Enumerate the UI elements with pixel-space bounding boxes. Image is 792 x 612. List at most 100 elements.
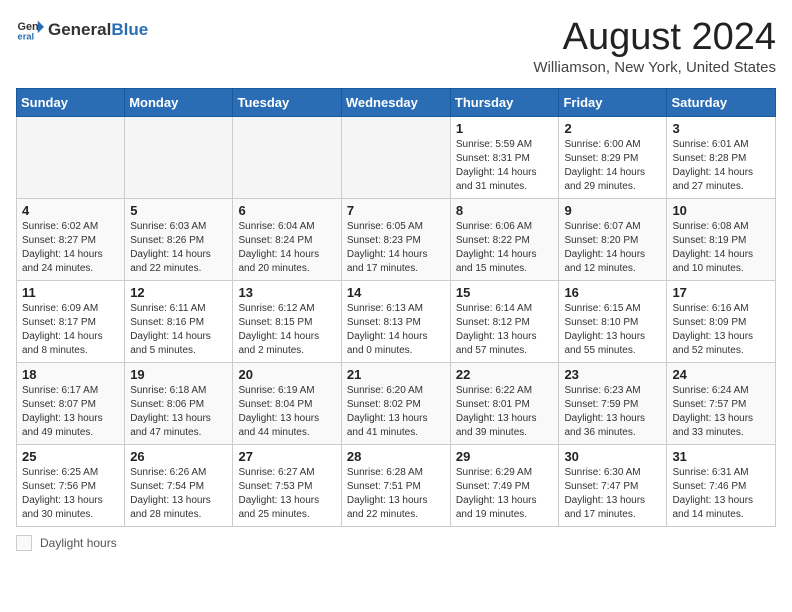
day-number: 27 bbox=[238, 449, 335, 464]
calendar-cell: 17 Sunrise: 6:16 AM Sunset: 8:09 PM Dayli… bbox=[667, 281, 776, 363]
day-info: Sunrise: 6:24 AM Sunset: 7:57 PM Dayligh… bbox=[672, 384, 770, 440]
calendar-cell: 3Sunrise: 6:01 AM Sunset: 8:28 PM Daylig… bbox=[667, 117, 776, 199]
calendar-cell: 15Sunrise: 6:14 AM Sunset: 8:12 PM Dayli… bbox=[450, 281, 559, 363]
day-info: Sunrise: 6:17 AM Sunset: 8:07 PM Dayligh… bbox=[22, 384, 119, 440]
day-number: 17 bbox=[672, 285, 770, 300]
calendar-cell bbox=[17, 117, 125, 199]
day-info: Sunrise: 6:00 AM Sunset: 8:29 PM Dayligh… bbox=[564, 138, 661, 194]
day-info: Sunrise: 6:01 AM Sunset: 8:28 PM Dayligh… bbox=[672, 138, 770, 194]
calendar-cell: 2Sunrise: 6:00 AM Sunset: 8:29 PM Daylig… bbox=[559, 117, 667, 199]
footer: Daylight hours bbox=[16, 535, 776, 551]
calendar-week-row: 1 Sunrise: 5:59 AM Sunset: 8:31 PM Daylig… bbox=[17, 117, 776, 199]
calendar-cell: 11 Sunrise: 6:09 AM Sunset: 8:17 PM Dayli… bbox=[17, 281, 125, 363]
day-info: Sunrise: 6:03 AM Sunset: 8:26 PM Dayligh… bbox=[130, 220, 227, 276]
day-number: 18 bbox=[22, 367, 119, 382]
calendar-cell: 9 Sunrise: 6:07 AM Sunset: 8:20 PM Daylig… bbox=[559, 199, 667, 281]
calendar-cell: 8 Sunrise: 6:06 AM Sunset: 8:22 PM Daylig… bbox=[450, 199, 559, 281]
day-number: 10 bbox=[672, 203, 770, 218]
svg-text:eral: eral bbox=[18, 31, 35, 41]
day-info: Sunrise: 6:02 AM Sunset: 8:27 PM Dayligh… bbox=[22, 220, 119, 276]
daylight-label: Daylight hours bbox=[40, 536, 117, 550]
calendar-cell: 21Sunrise: 6:20 AM Sunset: 8:02 PM Dayli… bbox=[341, 363, 450, 445]
logo-general: General bbox=[48, 20, 111, 39]
day-info: Sunrise: 6:27 AM Sunset: 7:53 PM Dayligh… bbox=[238, 466, 335, 522]
day-info: Sunrise: 6:13 AM Sunset: 8:13 PM Dayligh… bbox=[347, 302, 445, 358]
calendar-week-row: 11 Sunrise: 6:09 AM Sunset: 8:17 PM Dayli… bbox=[17, 281, 776, 363]
day-info: Sunrise: 6:16 AM Sunset: 8:09 PM Dayligh… bbox=[672, 302, 770, 358]
calendar-cell: 4 Sunrise: 6:02 AM Sunset: 8:27 PM Daylig… bbox=[17, 199, 125, 281]
day-info: Sunrise: 6:08 AM Sunset: 8:19 PM Dayligh… bbox=[672, 220, 770, 276]
day-info: Sunrise: 6:19 AM Sunset: 8:04 PM Dayligh… bbox=[238, 384, 335, 440]
logo: Gen eral GeneralBlue bbox=[16, 16, 148, 44]
day-number: 12 bbox=[130, 285, 227, 300]
day-number: 7 bbox=[347, 203, 445, 218]
day-number: 21 bbox=[347, 367, 445, 382]
day-number: 14 bbox=[347, 285, 445, 300]
day-number: 23 bbox=[564, 367, 661, 382]
calendar-cell: 30 Sunrise: 6:30 AM Sunset: 7:47 PM Dayli… bbox=[559, 445, 667, 527]
calendar-day-header: Saturday bbox=[667, 89, 776, 117]
day-number: 8 bbox=[456, 203, 554, 218]
calendar: SundayMondayTuesdayWednesdayThursdayFrid… bbox=[16, 88, 776, 527]
calendar-cell: 24 Sunrise: 6:24 AM Sunset: 7:57 PM Dayli… bbox=[667, 363, 776, 445]
day-number: 11 bbox=[22, 285, 119, 300]
calendar-cell: 27 Sunrise: 6:27 AM Sunset: 7:53 PM Dayli… bbox=[233, 445, 341, 527]
day-number: 16 bbox=[564, 285, 661, 300]
calendar-day-header: Tuesday bbox=[233, 89, 341, 117]
day-number: 31 bbox=[672, 449, 770, 464]
calendar-cell: 31 Sunrise: 6:31 AM Sunset: 7:46 PM Dayli… bbox=[667, 445, 776, 527]
calendar-header-row: SundayMondayTuesdayWednesdayThursdayFrid… bbox=[17, 89, 776, 117]
calendar-cell: 7Sunrise: 6:05 AM Sunset: 8:23 PM Daylig… bbox=[341, 199, 450, 281]
day-info: Sunrise: 6:11 AM Sunset: 8:16 PM Dayligh… bbox=[130, 302, 227, 358]
month-title: August 2024 bbox=[533, 16, 776, 59]
day-number: 4 bbox=[22, 203, 119, 218]
location: Williamson, New York, United States bbox=[533, 59, 776, 76]
day-number: 25 bbox=[22, 449, 119, 464]
day-number: 1 bbox=[456, 121, 554, 136]
day-number: 6 bbox=[238, 203, 335, 218]
calendar-cell: 6 Sunrise: 6:04 AM Sunset: 8:24 PM Daylig… bbox=[233, 199, 341, 281]
day-info: Sunrise: 6:07 AM Sunset: 8:20 PM Dayligh… bbox=[564, 220, 661, 276]
day-info: Sunrise: 6:30 AM Sunset: 7:47 PM Dayligh… bbox=[564, 466, 661, 522]
day-info: Sunrise: 6:04 AM Sunset: 8:24 PM Dayligh… bbox=[238, 220, 335, 276]
day-info: Sunrise: 6:26 AM Sunset: 7:54 PM Dayligh… bbox=[130, 466, 227, 522]
day-number: 19 bbox=[130, 367, 227, 382]
day-info: Sunrise: 6:23 AM Sunset: 7:59 PM Dayligh… bbox=[564, 384, 661, 440]
calendar-week-row: 25Sunrise: 6:25 AM Sunset: 7:56 PM Dayli… bbox=[17, 445, 776, 527]
day-number: 24 bbox=[672, 367, 770, 382]
calendar-cell: 26 Sunrise: 6:26 AM Sunset: 7:54 PM Dayli… bbox=[125, 445, 233, 527]
calendar-week-row: 18 Sunrise: 6:17 AM Sunset: 8:07 PM Dayli… bbox=[17, 363, 776, 445]
calendar-cell bbox=[233, 117, 341, 199]
day-info: Sunrise: 6:22 AM Sunset: 8:01 PM Dayligh… bbox=[456, 384, 554, 440]
day-number: 26 bbox=[130, 449, 227, 464]
day-info: Sunrise: 6:09 AM Sunset: 8:17 PM Dayligh… bbox=[22, 302, 119, 358]
day-info: Sunrise: 6:14 AM Sunset: 8:12 PM Dayligh… bbox=[456, 302, 554, 358]
day-number: 30 bbox=[564, 449, 661, 464]
day-info: Sunrise: 6:06 AM Sunset: 8:22 PM Dayligh… bbox=[456, 220, 554, 276]
calendar-cell: 19Sunrise: 6:18 AM Sunset: 8:06 PM Dayli… bbox=[125, 363, 233, 445]
calendar-day-header: Sunday bbox=[17, 89, 125, 117]
day-info: Sunrise: 6:31 AM Sunset: 7:46 PM Dayligh… bbox=[672, 466, 770, 522]
day-number: 28 bbox=[347, 449, 445, 464]
calendar-cell bbox=[125, 117, 233, 199]
day-number: 9 bbox=[564, 203, 661, 218]
title-area: August 2024 Williamson, New York, United… bbox=[533, 16, 776, 76]
calendar-day-header: Wednesday bbox=[341, 89, 450, 117]
day-info: Sunrise: 6:28 AM Sunset: 7:51 PM Dayligh… bbox=[347, 466, 445, 522]
logo-icon: Gen eral bbox=[16, 16, 44, 44]
day-number: 22 bbox=[456, 367, 554, 382]
calendar-cell: 10 Sunrise: 6:08 AM Sunset: 8:19 PM Dayli… bbox=[667, 199, 776, 281]
day-number: 5 bbox=[130, 203, 227, 218]
calendar-cell: 22 Sunrise: 6:22 AM Sunset: 8:01 PM Dayli… bbox=[450, 363, 559, 445]
day-info: Sunrise: 5:59 AM Sunset: 8:31 PM Dayligh… bbox=[456, 138, 554, 194]
day-number: 20 bbox=[238, 367, 335, 382]
calendar-cell: 1 Sunrise: 5:59 AM Sunset: 8:31 PM Daylig… bbox=[450, 117, 559, 199]
day-number: 29 bbox=[456, 449, 554, 464]
day-info: Sunrise: 6:15 AM Sunset: 8:10 PM Dayligh… bbox=[564, 302, 661, 358]
header: Gen eral GeneralBlue August 2024 William… bbox=[16, 16, 776, 76]
day-number: 13 bbox=[238, 285, 335, 300]
calendar-cell: 12 Sunrise: 6:11 AM Sunset: 8:16 PM Dayli… bbox=[125, 281, 233, 363]
calendar-cell: 14 Sunrise: 6:13 AM Sunset: 8:13 PM Dayli… bbox=[341, 281, 450, 363]
calendar-cell: 23 Sunrise: 6:23 AM Sunset: 7:59 PM Dayli… bbox=[559, 363, 667, 445]
calendar-cell: 28 Sunrise: 6:28 AM Sunset: 7:51 PM Dayli… bbox=[341, 445, 450, 527]
